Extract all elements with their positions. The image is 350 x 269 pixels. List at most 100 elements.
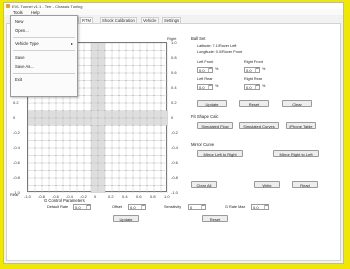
- spin-icon[interactable]: ▴▾: [201, 204, 205, 209]
- clear-all-button[interactable]: Clear All: [191, 181, 217, 188]
- menu-item-exit[interactable]: Exit: [15, 77, 22, 82]
- grid-point: [97, 110, 99, 111]
- grid-point: [132, 117, 134, 119]
- g-rate-max-label: G Rate Max: [225, 205, 246, 209]
- grid-point: [125, 170, 127, 171]
- clear-button[interactable]: Clear: [282, 100, 312, 107]
- grid-point: [55, 185, 57, 186]
- g-reset-button[interactable]: Reset: [202, 215, 228, 222]
- app-icon: [6, 4, 10, 8]
- grid-point: [153, 125, 155, 126]
- x-tick-label: 1.0: [164, 194, 170, 199]
- mirror-right-to-left-button[interactable]: Mirror Right to Left: [273, 150, 319, 157]
- grid-point: [160, 65, 162, 66]
- grid-point: [146, 80, 148, 81]
- read-button[interactable]: Read: [292, 181, 318, 188]
- right-tick-label: 0.4: [171, 85, 177, 90]
- right-tick-label: -1.0: [171, 190, 178, 195]
- grid-point: [132, 102, 134, 104]
- grid-point: [83, 102, 85, 104]
- default-rate-input[interactable]: 0.0 ▴▾: [73, 204, 91, 210]
- menu-item-vehicle-type[interactable]: Vehicle Type: [15, 41, 73, 46]
- grid-point: [76, 117, 78, 119]
- grid-point: [83, 185, 85, 186]
- menu-tools[interactable]: Tools: [13, 10, 23, 15]
- grid-point: [146, 72, 148, 74]
- grid-point: [153, 162, 155, 164]
- grid-point: [139, 50, 141, 51]
- menu-item-save[interactable]: Save: [15, 55, 25, 60]
- left-front-input[interactable]: 0.0 ▴▾: [197, 67, 213, 73]
- grid-point: [97, 50, 99, 51]
- grid-point: [153, 140, 155, 141]
- grid-point: [104, 125, 106, 126]
- grid-point: [111, 170, 113, 171]
- simulated-curves-button[interactable]: Simulated Curves: [239, 122, 279, 129]
- right-rear-input[interactable]: 0.0 ▴▾: [244, 84, 260, 90]
- grid-point: [146, 132, 148, 134]
- menu-help[interactable]: Help: [31, 10, 40, 15]
- grid-point: [146, 95, 148, 96]
- x-tick-label: 0.4: [122, 194, 128, 199]
- grid-point: [118, 87, 120, 89]
- grid-point: [111, 87, 113, 89]
- grid-point: [34, 155, 36, 156]
- grid-point: [104, 80, 106, 81]
- grid-point: [34, 110, 36, 111]
- write-button[interactable]: Write: [254, 181, 280, 188]
- grid-point: [118, 125, 120, 126]
- right-tick-label: -0.4: [171, 145, 178, 150]
- grid-point: [125, 125, 127, 126]
- grid-point: [125, 147, 127, 149]
- tools-dropdown-menu: New Open... Vehicle Type ▸ Save Save As.…: [10, 15, 78, 97]
- grid-point: [153, 102, 155, 104]
- spin-icon[interactable]: ▴▾: [141, 204, 145, 209]
- grid-point: [132, 72, 134, 74]
- grid-point: [139, 177, 141, 179]
- grid-point: [139, 147, 141, 149]
- update-button[interactable]: Update: [197, 100, 227, 107]
- spin-icon[interactable]: ▴▾: [208, 84, 212, 89]
- grid-point: [62, 147, 64, 149]
- menu-item-new[interactable]: New: [15, 19, 23, 24]
- spin-icon[interactable]: ▴▾: [208, 67, 212, 72]
- grid-point: [41, 110, 43, 111]
- grid-point: [118, 132, 120, 134]
- grid-point: [62, 170, 64, 171]
- spin-icon[interactable]: ▴▾: [86, 204, 90, 209]
- simulated-flow-button[interactable]: Simulated Flow: [197, 122, 233, 129]
- grid-point: [139, 162, 141, 164]
- grid-point: [104, 140, 106, 141]
- grid-point: [104, 132, 106, 134]
- iphone-table-button[interactable]: iPhone Table: [286, 122, 316, 129]
- grid-point: [132, 162, 134, 164]
- mirror-left-to-right-button[interactable]: Mirror Left to Right: [197, 150, 243, 157]
- grid-point: [139, 185, 141, 186]
- spin-icon[interactable]: ▴▾: [264, 204, 268, 209]
- reset-button[interactable]: Reset: [239, 100, 269, 107]
- grid-point: [90, 132, 92, 134]
- menu-item-open[interactable]: Open...: [15, 28, 29, 33]
- menu-item-save-as[interactable]: Save As...: [15, 64, 34, 69]
- y-tick-label: -0.8: [13, 175, 20, 180]
- spin-icon[interactable]: ▴▾: [255, 84, 259, 89]
- sensitivity-input[interactable]: 0 ▴▾: [188, 204, 206, 210]
- grid-point: [139, 87, 141, 89]
- right-front-input[interactable]: 0.0 ▴▾: [244, 67, 260, 73]
- grid-point: [104, 110, 106, 111]
- left-rear-input[interactable]: 0.0 ▴▾: [197, 84, 213, 90]
- grid-point: [111, 57, 113, 59]
- grid-point: [111, 95, 113, 96]
- grid-point: [160, 170, 162, 171]
- grid-point: [97, 87, 99, 89]
- grid-point: [153, 117, 155, 119]
- grid-point: [48, 170, 50, 171]
- g-update-button[interactable]: Update: [113, 215, 139, 222]
- g-rate-max-input[interactable]: 0.0 ▴▾: [251, 204, 269, 210]
- grid-point: [111, 132, 113, 134]
- offset-input[interactable]: 0.0 ▴▾: [128, 204, 146, 210]
- grid-point: [146, 185, 148, 186]
- spin-icon[interactable]: ▴▾: [255, 67, 259, 72]
- grid-point: [90, 57, 92, 59]
- app-window: EVL Tunnel v1.1 - Terr - Chassis Tuning …: [3, 2, 344, 264]
